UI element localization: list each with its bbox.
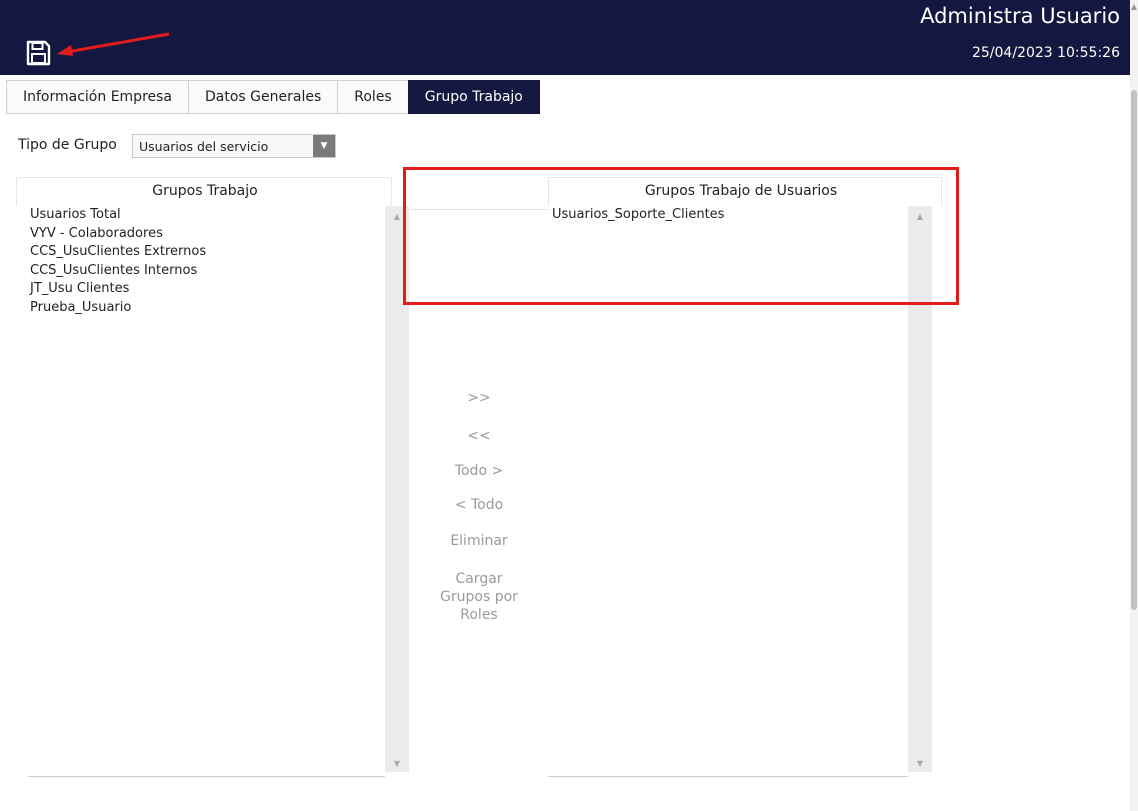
tab-roles[interactable]: Roles	[337, 80, 409, 114]
move-left-button[interactable]: <<	[410, 427, 548, 445]
tab-datos-generales[interactable]: Datos Generales	[188, 80, 339, 114]
tab-informacion-empresa[interactable]: Información Empresa	[6, 80, 190, 114]
list-item[interactable]: VYV - Colaboradores	[30, 225, 390, 244]
annotation-arrow	[57, 32, 170, 56]
available-groups-list[interactable]: Usuarios Total VYV - Colaboradores CCS_U…	[30, 206, 390, 317]
list-item[interactable]: CCS_UsuClientes Extrernos	[30, 243, 390, 262]
delete-button[interactable]: Eliminar	[410, 532, 548, 550]
datetime-display: 25/04/2023 10:55:26	[971, 45, 1120, 61]
move-all-left-button[interactable]: < Todo	[410, 496, 548, 514]
list-item[interactable]: CCS_UsuClientes Internos	[30, 262, 390, 281]
app-title: Administra Usuario	[920, 4, 1120, 28]
scroll-up-arrow-icon[interactable]: ▲	[1130, 0, 1138, 14]
move-right-button[interactable]: >>	[410, 389, 548, 407]
scroll-down-arrow-icon[interactable]: ▼	[908, 759, 932, 768]
available-groups-title: Grupos Trabajo	[152, 183, 258, 199]
tab-grupo-trabajo[interactable]: Grupo Trabajo	[407, 80, 540, 114]
tab-bar: Información Empresa Datos Generales Role…	[6, 80, 540, 114]
group-type-label: Tipo de Grupo	[18, 137, 117, 153]
list-item[interactable]: Prueba_Usuario	[30, 299, 390, 318]
load-groups-by-roles-button[interactable]: Cargar Grupos por Roles	[410, 570, 548, 624]
scroll-down-arrow-icon[interactable]: ▼	[385, 759, 409, 768]
divider	[28, 776, 385, 777]
list-item[interactable]: JT_Usu Clientes	[30, 280, 390, 299]
group-type-select[interactable]: Usuarios del servicio ▼	[132, 134, 336, 158]
save-button[interactable]	[24, 39, 52, 67]
chevron-down-icon[interactable]: ▼	[313, 135, 335, 157]
page-scrollbar[interactable]: ▲	[1130, 0, 1138, 811]
move-all-right-button[interactable]: Todo >	[410, 462, 548, 480]
annotation-highlight-box	[403, 167, 959, 305]
group-type-selected-value: Usuarios del servicio	[139, 139, 269, 154]
page-scroll-thumb[interactable]	[1131, 90, 1137, 610]
available-groups-header: Grupos Trabajo	[16, 177, 392, 206]
divider	[548, 776, 908, 777]
list-item[interactable]: Usuarios Total	[30, 206, 390, 225]
load-groups-by-roles-label: Cargar Grupos por Roles	[440, 571, 518, 623]
floppy-disk-icon	[26, 40, 51, 66]
